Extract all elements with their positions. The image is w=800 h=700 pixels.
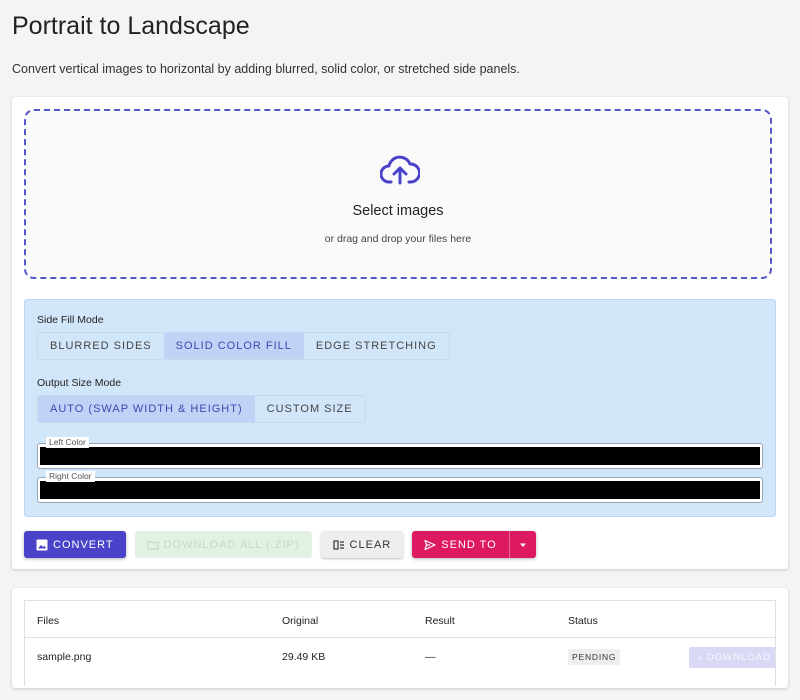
files-table: Files Original Result Status sample.png …: [24, 600, 776, 686]
header-files: Files: [37, 615, 60, 627]
row-original-size: 29.49 KB: [282, 651, 326, 663]
send-icon: [424, 539, 436, 550]
side-fill-toggle-group: BLURRED SIDES SOLID COLOR FILL EDGE STRE…: [37, 332, 450, 360]
cloud-upload-icon: [380, 155, 420, 185]
side-fill-label: Side Fill Mode: [37, 314, 104, 326]
left-color-label: Left Color: [46, 437, 89, 448]
right-color-swatch[interactable]: [40, 481, 760, 499]
row-download-label: DOWNLOAD: [707, 652, 771, 663]
download-icon: [697, 655, 702, 660]
left-color-swatch[interactable]: [40, 447, 760, 465]
clear-label: CLEAR: [349, 538, 392, 551]
download-all-button[interactable]: DOWNLOAD ALL (.ZIP): [134, 531, 312, 558]
right-color-label: Right Color: [46, 471, 95, 482]
status-badge: PENDING: [568, 649, 621, 665]
output-size-toggle-group: AUTO (SWAP WIDTH & HEIGHT) CUSTOM SIZE: [37, 395, 366, 423]
caret-down-icon: [519, 543, 526, 547]
action-bar: CONVERT DOWNLOAD ALL (.ZIP) CLEAR SEND T…: [24, 531, 536, 558]
send-to-dropdown-button[interactable]: [508, 531, 536, 558]
row-result: —: [425, 651, 436, 663]
send-to-group: SEND TO: [412, 531, 536, 558]
side-fill-blurred[interactable]: BLURRED SIDES: [38, 333, 164, 359]
right-color-field[interactable]: Right Color: [37, 471, 763, 503]
send-to-label: SEND TO: [441, 538, 497, 551]
output-size-custom[interactable]: CUSTOM SIZE: [255, 396, 365, 422]
output-size-auto[interactable]: AUTO (SWAP WIDTH & HEIGHT): [38, 396, 255, 422]
header-divider: [25, 637, 775, 638]
header-result: Result: [425, 615, 455, 627]
row-download-button[interactable]: DOWNLOAD: [689, 647, 775, 668]
download-all-label: DOWNLOAD ALL (.ZIP): [163, 538, 300, 551]
image-icon: [36, 539, 48, 550]
convert-button[interactable]: CONVERT: [24, 531, 126, 558]
clear-list-icon: [332, 539, 344, 550]
header-status: Status: [568, 615, 598, 627]
send-to-button[interactable]: SEND TO: [412, 531, 509, 558]
folder-icon: [146, 540, 159, 550]
side-fill-edge-stretching[interactable]: EDGE STRETCHING: [304, 333, 449, 359]
files-card: Files Original Result Status sample.png …: [12, 588, 788, 688]
options-panel: Side Fill Mode BLURRED SIDES SOLID COLOR…: [24, 299, 776, 517]
header-original: Original: [282, 615, 319, 627]
output-size-label: Output Size Mode: [37, 377, 122, 389]
page-title: Portrait to Landscape: [12, 12, 250, 40]
converter-card: Select images or drag and drop your file…: [12, 97, 788, 569]
convert-label: CONVERT: [53, 538, 114, 551]
page-description: Convert vertical images to horizontal by…: [12, 62, 520, 76]
row-file-name: sample.png: [37, 651, 92, 663]
side-fill-solid-color[interactable]: SOLID COLOR FILL: [163, 333, 304, 359]
dropzone-title: Select images: [352, 203, 444, 219]
dropzone[interactable]: Select images or drag and drop your file…: [24, 109, 772, 279]
dropzone-subtitle: or drag and drop your files here: [324, 233, 472, 245]
left-color-field[interactable]: Left Color: [37, 437, 763, 469]
clear-button[interactable]: CLEAR: [320, 531, 404, 558]
